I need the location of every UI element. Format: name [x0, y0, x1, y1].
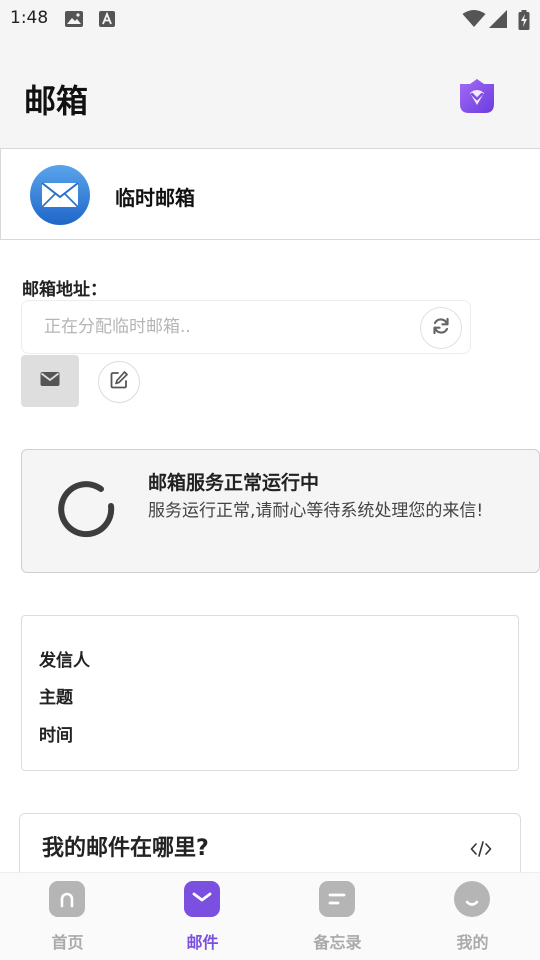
nav-label-mail: 邮件 — [186, 933, 219, 952]
wifi-icon — [462, 10, 486, 32]
home-icon — [49, 881, 85, 917]
mail-logo-icon — [29, 164, 91, 230]
temp-mailbox-card[interactable]: 临时邮箱 — [0, 148, 540, 240]
time-label: 时间 — [39, 726, 73, 746]
page-title: 邮箱 — [24, 82, 89, 120]
service-status-card: 邮箱服务正常运行中 服务运行正常,请耐心等待系统处理您的来信! — [21, 449, 540, 573]
status-time: 1:48 — [10, 8, 49, 28]
refresh-address-button[interactable] — [420, 307, 462, 349]
status-bar: 1:48 — [0, 0, 540, 36]
nav-item-mail[interactable]: 邮件 — [135, 873, 270, 960]
email-address-input[interactable] — [22, 301, 412, 353]
address-label: 邮箱地址： — [22, 280, 107, 300]
nav-label-home: 首页 — [51, 933, 84, 952]
signal-icon — [488, 10, 508, 32]
nav-item-memo[interactable]: 备忘录 — [270, 873, 405, 960]
nav-label-memo: 备忘录 — [313, 933, 362, 952]
inbox-button[interactable] — [21, 355, 79, 407]
mail-info-card: 发信人 主题 时间 — [21, 615, 519, 771]
loading-spinner-icon — [56, 480, 116, 544]
sender-label: 发信人 — [39, 651, 90, 671]
status-description: 服务运行正常,请耐心等待系统处理您的来信! — [148, 501, 484, 521]
gallery-notification-icon — [64, 10, 84, 32]
code-icon[interactable] — [470, 840, 492, 862]
envelope-icon — [40, 371, 60, 391]
nav-item-profile[interactable]: 我的 — [405, 873, 540, 960]
temp-mailbox-title: 临时邮箱 — [115, 186, 195, 210]
edit-icon — [109, 370, 129, 394]
mail-icon — [184, 881, 220, 917]
nav-item-home[interactable]: 首页 — [0, 873, 135, 960]
app-header: 邮箱 — [0, 36, 540, 148]
status-title: 邮箱服务正常运行中 — [148, 472, 320, 494]
faq-title: 我的邮件在哪里? — [42, 836, 209, 861]
address-input-box — [21, 300, 471, 354]
edit-address-button[interactable] — [98, 361, 140, 403]
bottom-navigation: 首页 邮件 备忘录 我的 — [0, 872, 540, 960]
nav-label-profile: 我的 — [456, 933, 489, 952]
subject-label: 主题 — [39, 688, 73, 708]
memo-icon — [319, 881, 355, 917]
refresh-icon — [431, 316, 451, 340]
battery-charging-icon — [518, 10, 530, 34]
app-notification-icon — [98, 10, 116, 32]
vip-crown-icon[interactable] — [458, 78, 496, 118]
profile-icon — [454, 881, 490, 917]
